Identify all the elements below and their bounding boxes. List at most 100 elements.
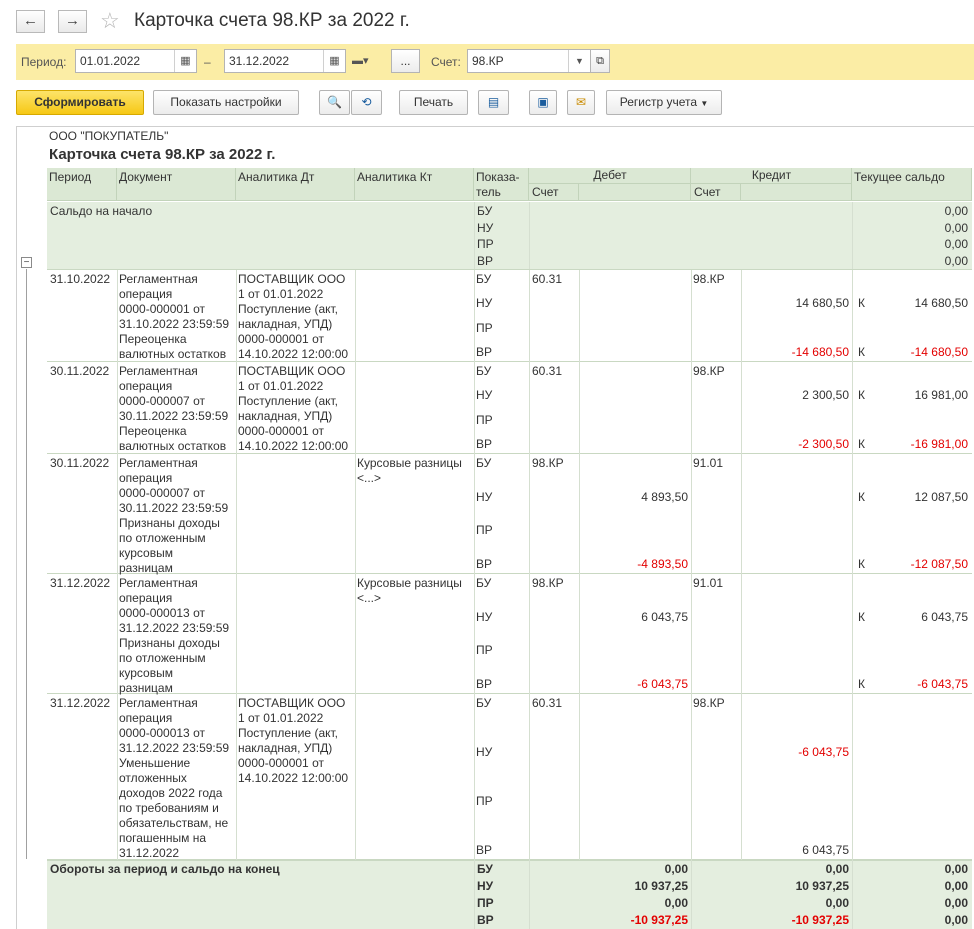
column-divider	[579, 694, 580, 860]
account-field[interactable]: 98.КР ▼	[467, 49, 591, 73]
totals-debit-nu: 10 937,25	[634, 879, 688, 893]
save-icon[interactable]: ▣	[529, 90, 557, 115]
indicator-label: БУ	[476, 576, 492, 590]
page-title: Карточка счета 98.КР за 2022 г.	[134, 10, 410, 31]
balance-nu: 14 680,50	[914, 296, 968, 310]
balance-side-nu: К	[858, 490, 865, 504]
analytics-dt-line: 1 от 01.01.2022	[238, 287, 324, 301]
balance-nu: 6 043,75	[921, 610, 968, 624]
indicator-label: НУ	[476, 490, 493, 504]
favorite-star-icon[interactable]: ☆	[100, 8, 120, 34]
totals-credit-bu: 0,00	[825, 862, 849, 876]
document-line: отложенных	[119, 771, 187, 785]
totals-indicator-bu: БУ	[477, 862, 493, 876]
indicator-label: НУ	[476, 388, 493, 402]
date-from-field[interactable]: 01.01.2022 ▦	[75, 49, 197, 73]
analytics-dt-line: 1 от 01.01.2022	[238, 379, 324, 393]
column-divider	[579, 574, 580, 694]
opening-balance-vr: 0,00	[944, 254, 968, 268]
search-cancel-icon[interactable]: ⟲	[351, 90, 382, 115]
date-to-field[interactable]: 31.12.2022 ▦	[224, 49, 346, 73]
forward-button[interactable]: →	[58, 10, 87, 33]
search-icon[interactable]: 🔍	[319, 90, 350, 115]
indicator-label: ПР	[476, 413, 493, 427]
column-divider	[852, 694, 853, 860]
indicator-label: ПР	[476, 523, 493, 537]
totals-balance-pr: 0,00	[944, 896, 968, 910]
analytics-dt-line: ПОСТАВЩИК ООО	[238, 364, 346, 378]
document-line: Регламентная	[119, 364, 198, 378]
credit-amount-nu: 14 680,50	[795, 296, 849, 310]
collapse-group-icon[interactable]: −	[21, 257, 32, 268]
document-line: Регламентная	[119, 456, 198, 470]
column-divider	[691, 362, 692, 454]
debit-amount-nu: 4 893,50	[641, 490, 688, 504]
header-indicator: Показа- тель	[474, 168, 529, 201]
report-area[interactable]: ООО "ПОКУПАТЕЛЬ" Карточка счета 98.КР за…	[16, 126, 974, 929]
document-line: операция	[119, 471, 173, 485]
column-divider	[741, 574, 742, 694]
column-divider	[355, 694, 356, 860]
period-label: Период:	[21, 55, 67, 69]
open-account-icon[interactable]: ⧉	[590, 49, 610, 73]
header-balance: Текущее сальдо	[852, 168, 972, 201]
indicator-label: ВР	[476, 843, 493, 857]
document-line: 31.12.2022	[119, 846, 180, 860]
calendar-icon[interactable]: ▦	[323, 50, 345, 72]
opening-balance-nu: 0,00	[944, 221, 968, 235]
analytics-dt-line: ПОСТАВЩИК ООО	[238, 272, 346, 286]
column-divider	[117, 270, 118, 362]
header-debit-amount	[579, 184, 691, 201]
document-line: по отложенным	[119, 531, 206, 545]
column-divider	[117, 574, 118, 694]
print-preview-icon[interactable]: ▤	[478, 90, 509, 115]
column-divider	[117, 362, 118, 454]
mail-icon[interactable]: ✉	[567, 90, 595, 115]
column-divider	[236, 362, 237, 454]
select-period-button[interactable]: ...	[391, 49, 420, 73]
debit-account: 60.31	[532, 272, 563, 286]
document-line: разницам	[119, 681, 173, 695]
debit-amount-nu: 6 043,75	[641, 610, 688, 624]
document-line: обязательствам, не	[119, 816, 229, 830]
debit-account: 98.КР	[532, 576, 564, 590]
date-from-value: 01.01.2022	[80, 54, 141, 68]
document-line: Переоценка	[119, 332, 187, 346]
indicator-bu: БУ	[477, 204, 493, 218]
document-line: 0000-000007 от	[119, 486, 205, 500]
header-analytics-dt: Аналитика Дт	[236, 168, 355, 201]
calendar-icon[interactable]: ▦	[174, 50, 196, 72]
totals-balance-vr: 0,00	[944, 913, 968, 927]
debit-account: 60.31	[532, 696, 563, 710]
column-divider	[236, 270, 237, 362]
balance-nu: 12 087,50	[914, 490, 968, 504]
generate-button[interactable]: Сформировать	[16, 90, 144, 115]
analytics-kt-line: <...>	[357, 591, 382, 605]
header-credit-amount	[741, 184, 852, 201]
period-variant-dropdown-icon[interactable]: ▬▾	[352, 54, 369, 67]
account-label: Счет:	[431, 55, 461, 69]
back-button[interactable]: ←	[16, 10, 45, 33]
analytics-dt-line: 1 от 01.01.2022	[238, 711, 324, 725]
account-register-dropdown[interactable]: Регистр учета ▼	[606, 90, 722, 115]
column-divider	[529, 574, 530, 694]
column-divider	[236, 454, 237, 574]
group-tree-line	[26, 269, 27, 859]
column-divider	[236, 574, 237, 694]
credit-account: 91.01	[693, 576, 724, 590]
print-button[interactable]: Печать	[399, 90, 468, 115]
credit-amount-vr: -2 300,50	[798, 437, 849, 451]
indicator-label: ВР	[476, 437, 493, 451]
balance-vr: -12 087,50	[910, 557, 968, 571]
document-line: 31.12.2022 23:59:59	[119, 741, 230, 755]
document-line: операция	[119, 379, 173, 393]
indicator-label: ВР	[476, 557, 493, 571]
balance-vr: -16 981,00	[910, 437, 968, 451]
chevron-down-icon[interactable]: ▼	[568, 50, 590, 72]
column-divider	[355, 270, 356, 362]
analytics-dt-line: 0000-000001 от	[238, 424, 324, 438]
credit-account: 98.КР	[693, 696, 725, 710]
analytics-dt-line: 14.10.2022 12:00:00	[238, 347, 349, 361]
debit-amount-vr: -6 043,75	[637, 677, 688, 691]
show-settings-button[interactable]: Показать настройки	[153, 90, 299, 115]
